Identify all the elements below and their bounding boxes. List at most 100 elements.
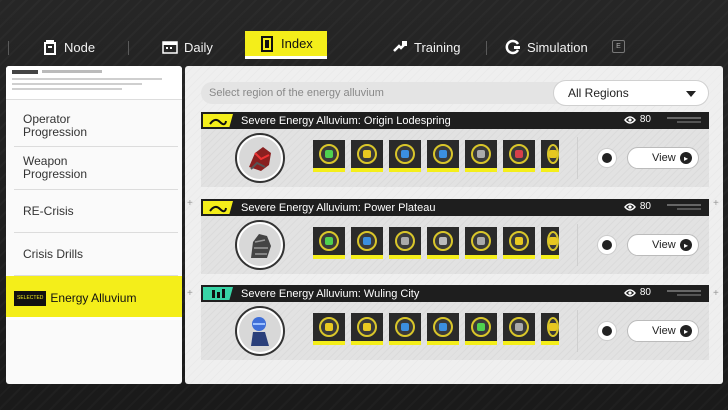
tab-label: Node <box>64 39 96 55</box>
region-card-header: Severe Energy Alluvium: Power Plateau 80 <box>201 199 709 216</box>
wave-icon <box>209 118 227 125</box>
stamina-cost-value: 80 <box>639 287 651 298</box>
region-filter-row: Select region of the energy alluvium All… <box>201 80 709 106</box>
reward-item[interactable] <box>313 227 345 259</box>
region-card-body: View ▸ <box>201 302 709 360</box>
view-button[interactable]: View ▸ <box>627 234 699 256</box>
reward-item[interactable] <box>313 140 345 172</box>
sidebar-item-operator-progression[interactable]: Operator Progression <box>14 106 178 147</box>
view-button[interactable]: View ▸ <box>627 147 699 169</box>
region-dropdown[interactable]: All Regions <box>553 80 709 106</box>
region-card-body: View ▸ <box>201 129 709 187</box>
plus-mark-icon: + <box>187 288 193 299</box>
tab-label: Simulation <box>527 39 588 55</box>
reward-item[interactable] <box>389 140 421 172</box>
tab-separator <box>8 41 9 55</box>
region-dropdown-value: All Regions <box>568 86 629 100</box>
sidebar-item-label: RE-Crisis <box>23 203 74 218</box>
plus-mark-icon: + <box>713 198 719 209</box>
reward-item[interactable] <box>465 313 497 345</box>
decorative-line <box>12 83 142 85</box>
city-icon <box>212 288 225 298</box>
logo-mark <box>12 70 38 74</box>
stamina-icon <box>623 202 636 211</box>
decorative-line <box>12 78 162 80</box>
region-card: Severe Energy Alluvium: Origin Lodesprin… <box>201 112 709 187</box>
dot-icon <box>602 153 612 163</box>
sidebar-item-re-crisis[interactable]: RE-Crisis <box>14 190 178 233</box>
index-icon <box>261 35 273 52</box>
tab-label: Index <box>281 36 313 51</box>
reward-item[interactable] <box>351 313 383 345</box>
toggle-button[interactable] <box>597 321 617 341</box>
decorative-line <box>677 294 701 296</box>
reward-item[interactable] <box>503 313 535 345</box>
reward-item[interactable] <box>389 227 421 259</box>
category-sidebar: Operator Progression Weapon Progression … <box>6 66 182 384</box>
selected-tag: SELECTED <box>14 290 47 306</box>
decorative-line <box>667 117 701 119</box>
region-badge <box>203 201 233 214</box>
reward-item[interactable] <box>389 313 421 345</box>
reward-item[interactable] <box>541 140 559 172</box>
training-icon <box>393 41 407 52</box>
stamina-cost: 80 <box>623 287 651 298</box>
arrow-right-icon: ▸ <box>680 325 692 337</box>
decorative-line <box>677 121 701 123</box>
stamina-cost-value: 80 <box>639 201 651 212</box>
selected-underline <box>6 317 182 320</box>
reward-item[interactable] <box>465 227 497 259</box>
filter-prompt: Select region of the energy alluvium <box>209 87 384 99</box>
reward-item[interactable] <box>503 140 535 172</box>
tab-label: Daily <box>184 39 213 55</box>
region-card-body: View ▸ <box>201 216 709 274</box>
region-card-header: Severe Energy Alluvium: Origin Lodesprin… <box>201 112 709 129</box>
sidebar-item-crisis-drills[interactable]: Crisis Drills <box>14 233 178 276</box>
stamina-cost: 80 <box>623 114 651 125</box>
tab-separator <box>128 41 129 55</box>
reward-item[interactable] <box>313 313 345 345</box>
tab-separator <box>486 41 487 55</box>
view-button-label: View <box>652 239 676 251</box>
stamina-cost-value: 80 <box>639 114 651 125</box>
reward-item[interactable] <box>351 227 383 259</box>
region-title: Severe Energy Alluvium: Origin Lodesprin… <box>241 114 451 127</box>
region-card: Severe Energy Alluvium: Power Plateau 80 <box>201 199 709 274</box>
dot-icon <box>602 240 612 250</box>
tab-index[interactable]: Index <box>245 31 327 59</box>
toggle-button[interactable] <box>597 148 617 168</box>
divider <box>577 224 578 266</box>
node-icon <box>44 40 56 55</box>
plus-mark-icon: + <box>713 288 719 299</box>
reward-item[interactable] <box>503 227 535 259</box>
sidebar-item-label: Operator Progression <box>23 112 88 139</box>
dot-icon <box>602 326 612 336</box>
reward-item[interactable] <box>427 140 459 172</box>
tab-daily[interactable]: Daily <box>162 35 213 59</box>
sidebar-item-energy-alluvium[interactable]: SELECTED Energy Alluvium <box>6 276 182 320</box>
reward-item[interactable] <box>541 227 559 259</box>
sidebar-item-weapon-progression[interactable]: Weapon Progression <box>14 147 178 190</box>
reward-item[interactable] <box>427 227 459 259</box>
region-list-panel: Select region of the energy alluvium All… <box>185 66 723 384</box>
boss-portrait <box>235 133 285 183</box>
boss-portrait <box>235 306 285 356</box>
plus-mark-icon: + <box>187 198 193 209</box>
tab-simulation[interactable]: Simulation <box>505 35 588 59</box>
top-tab-bar: Node Daily Index Training Simulation E <box>0 30 728 64</box>
sidebar-item-label: Crisis Drills <box>23 246 83 261</box>
reward-item[interactable] <box>465 140 497 172</box>
reward-item[interactable] <box>541 313 559 345</box>
reward-item[interactable] <box>427 313 459 345</box>
region-card-header: Severe Energy Alluvium: Wuling City 80 <box>201 285 709 302</box>
toggle-button[interactable] <box>597 235 617 255</box>
tab-label: Training <box>414 39 461 55</box>
tab-node[interactable]: Node <box>42 35 95 59</box>
view-button-label: View <box>652 325 676 337</box>
reward-item[interactable] <box>351 140 383 172</box>
stamina-cost: 80 <box>623 201 651 212</box>
view-button[interactable]: View ▸ <box>627 320 699 342</box>
arrow-right-icon: ▸ <box>680 239 692 251</box>
divider <box>577 137 578 179</box>
tab-training[interactable]: Training <box>392 35 460 59</box>
